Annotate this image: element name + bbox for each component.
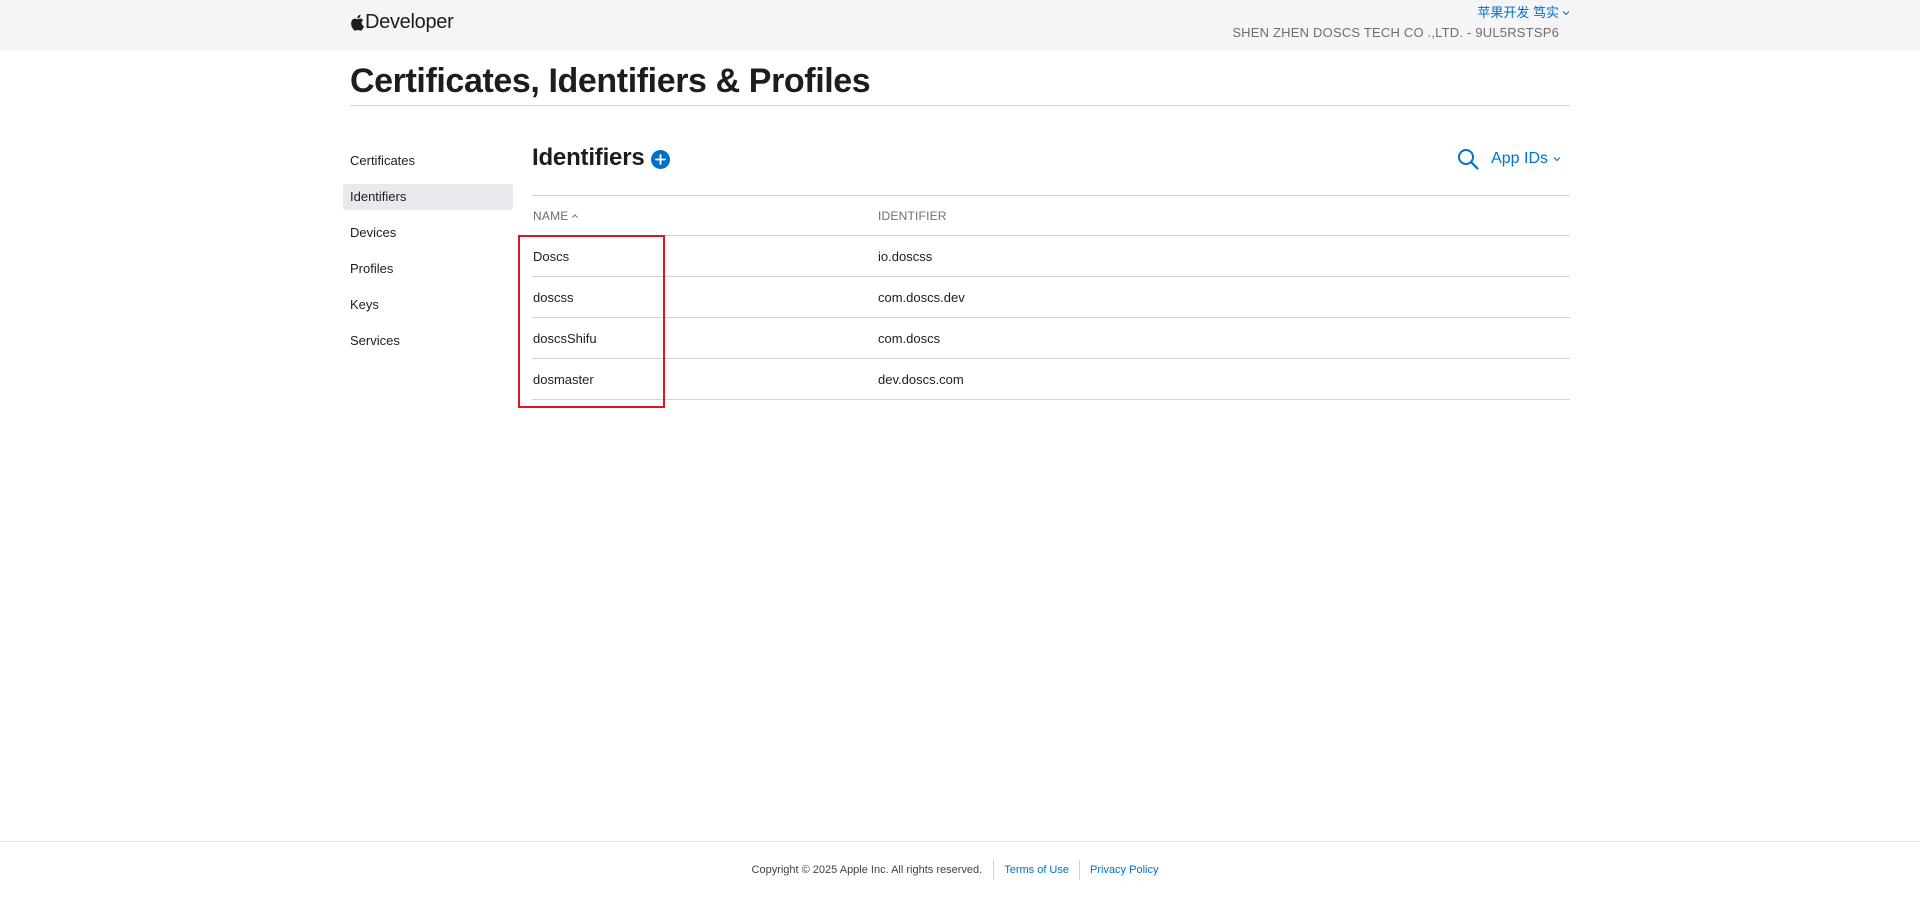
row-identifier: com.doscs bbox=[878, 330, 941, 346]
app-ids-filter-dropdown[interactable]: App IDs bbox=[1491, 150, 1561, 168]
account-name: 苹果开发 笃实 bbox=[1477, 5, 1559, 20]
identifier-column-header[interactable]: IDENTIFIER bbox=[878, 209, 1570, 223]
row-name: doscss bbox=[533, 289, 574, 305]
row-name: Doscs bbox=[533, 248, 570, 264]
table-row[interactable]: dosmaster dev.doscs.com bbox=[532, 359, 1570, 400]
row-identifier: dev.doscs.com bbox=[878, 371, 964, 387]
footer: Copyright © 2025 Apple Inc. All rights r… bbox=[0, 860, 1920, 880]
sidebar-item-devices[interactable]: Devices bbox=[343, 220, 513, 246]
chevron-down-icon bbox=[1553, 157, 1561, 162]
row-name: doscsShifu bbox=[533, 330, 597, 346]
sidebar-item-certificates[interactable]: Certificates bbox=[343, 148, 513, 174]
team-name: SHEN ZHEN DOSCS TECH CO .,LTD. - 9UL5RST… bbox=[1232, 25, 1559, 40]
table-row[interactable]: doscsShifu com.doscs bbox=[532, 318, 1570, 359]
table-header: NAME IDENTIFIER bbox=[532, 195, 1570, 236]
developer-home-link[interactable]: Developer bbox=[350, 9, 454, 35]
brand-text: Developer bbox=[365, 10, 454, 33]
page-title: Certificates, Identifiers & Profiles bbox=[350, 62, 871, 100]
row-identifier: io.doscss bbox=[878, 248, 933, 264]
copyright-text: Copyright © 2025 Apple Inc. All rights r… bbox=[751, 864, 983, 876]
search-icon[interactable] bbox=[1457, 148, 1479, 170]
add-identifier-button[interactable] bbox=[650, 150, 670, 169]
privacy-policy-link[interactable]: Privacy Policy bbox=[1079, 860, 1168, 880]
filter-label: App IDs bbox=[1491, 150, 1548, 167]
title-divider bbox=[350, 105, 1570, 106]
table-row[interactable]: Doscs io.doscss bbox=[532, 236, 1570, 277]
sidebar-item-services[interactable]: Services bbox=[343, 328, 513, 354]
account-menu-button[interactable]: 苹果开发 笃实 bbox=[1477, 5, 1570, 21]
sidebar-item-keys[interactable]: Keys bbox=[343, 292, 513, 318]
section-tools: App IDs bbox=[1457, 148, 1561, 170]
row-name: dosmaster bbox=[533, 371, 594, 387]
sort-ascending-icon bbox=[572, 213, 579, 218]
name-column-label: NAME bbox=[533, 208, 569, 223]
section-header: Identifiers bbox=[532, 144, 670, 172]
identifiers-table: NAME IDENTIFIER Doscs io.doscss doscss c… bbox=[532, 195, 1570, 400]
footer-divider bbox=[0, 841, 1920, 842]
plus-icon bbox=[654, 154, 666, 165]
name-column-header[interactable]: NAME bbox=[532, 209, 878, 223]
sidebar-item-identifiers[interactable]: Identifiers bbox=[343, 184, 513, 210]
row-identifier: com.doscs.dev bbox=[878, 289, 965, 305]
terms-of-use-link[interactable]: Terms of Use bbox=[993, 860, 1079, 880]
table-row[interactable]: doscss com.doscs.dev bbox=[532, 277, 1570, 318]
account-area: 苹果开发 笃实 SHEN ZHEN DOSCS TECH CO .,LTD. -… bbox=[1232, 4, 1570, 41]
global-header: Developer 苹果开发 笃实 SHEN ZHEN DOSCS TECH C… bbox=[0, 0, 1920, 50]
sidebar-nav: Certificates Identifiers Devices Profile… bbox=[343, 148, 513, 364]
apple-logo-icon bbox=[351, 14, 364, 31]
sidebar-item-profiles[interactable]: Profiles bbox=[343, 256, 513, 282]
section-title: Identifiers bbox=[532, 144, 645, 171]
chevron-down-icon bbox=[1562, 11, 1570, 16]
